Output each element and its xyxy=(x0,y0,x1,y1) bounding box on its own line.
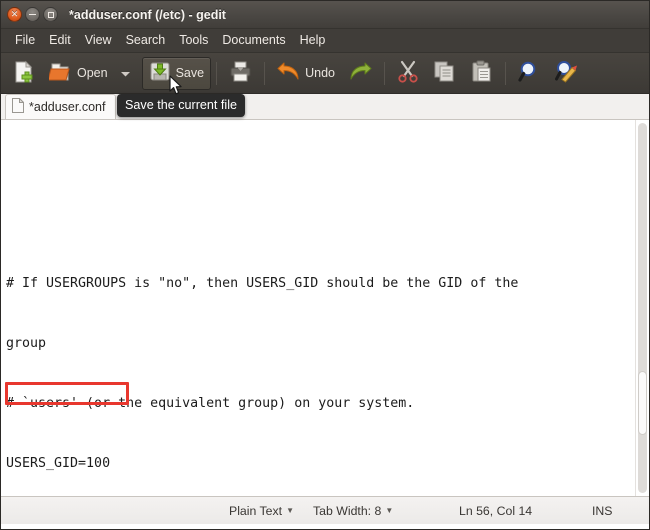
magnifier-icon xyxy=(518,60,541,86)
undo-label: Undo xyxy=(305,66,335,80)
save-button[interactable]: Save xyxy=(141,56,212,90)
code-line: # `users' (or the equivalent group) on y… xyxy=(6,396,415,411)
open-label: Open xyxy=(77,66,108,80)
save-floppy-icon xyxy=(149,60,171,86)
menu-item-search[interactable]: Search xyxy=(119,31,173,50)
redo-arrow-icon xyxy=(349,62,372,85)
language-selector[interactable]: Plain Text ▼ xyxy=(229,504,294,518)
replace-button[interactable] xyxy=(548,57,585,90)
paste-clipboard-icon xyxy=(470,60,493,86)
toolbar-separator-4 xyxy=(504,61,506,85)
maximize-button[interactable] xyxy=(43,7,58,22)
open-dropdown-button[interactable] xyxy=(115,57,136,90)
undo-button[interactable]: Undo xyxy=(270,57,342,90)
status-bar: Plain Text ▼ Tab Width: 8 ▼ Ln 56, Col 1… xyxy=(1,497,649,524)
tab-width-selector[interactable]: Tab Width: 8 ▼ xyxy=(313,504,393,518)
menu-item-file[interactable]: File xyxy=(8,31,42,50)
new-document-button[interactable] xyxy=(6,57,42,90)
open-button[interactable]: Open xyxy=(42,57,115,90)
menu-bar: File Edit View Search Tools Documents He… xyxy=(1,29,649,53)
toolbar-separator-3 xyxy=(383,61,385,85)
vertical-scrollbar[interactable] xyxy=(635,120,649,496)
menu-item-documents[interactable]: Documents xyxy=(215,31,292,50)
new-document-icon xyxy=(13,60,35,87)
toolbar-separator-2 xyxy=(264,61,266,85)
redo-button[interactable] xyxy=(342,57,379,90)
undo-arrow-icon xyxy=(277,62,300,85)
print-button[interactable] xyxy=(222,57,259,90)
toolbar: Open Save Undo xyxy=(1,53,649,94)
document-icon xyxy=(12,97,25,116)
open-folder-icon xyxy=(47,60,72,87)
find-replace-icon xyxy=(554,60,578,86)
copy-button[interactable] xyxy=(426,57,463,90)
code-line: # If USERGROUPS is "no", then USERS_GID … xyxy=(6,276,519,291)
title-bar: ✕ *adduser.conf (/etc) - gedit xyxy=(1,1,649,29)
cursor-position-label: Ln 56, Col 14 xyxy=(459,503,533,518)
close-button[interactable]: ✕ xyxy=(7,7,22,22)
code-line: group xyxy=(6,336,47,351)
document-text: # If USERGROUPS is "no", then USERS_GID … xyxy=(6,120,631,496)
find-button[interactable] xyxy=(511,57,548,90)
language-label: Plain Text xyxy=(229,503,283,518)
gedit-window: ✕ *adduser.conf (/etc) - gedit File Edit… xyxy=(0,0,650,530)
editor-area[interactable]: # If USERGROUPS is "no", then USERS_GID … xyxy=(1,120,649,497)
save-label: Save xyxy=(175,66,205,80)
chevron-down-icon: ▼ xyxy=(385,506,394,515)
save-tooltip: Save the current file xyxy=(117,94,246,117)
paste-button[interactable] xyxy=(463,57,500,90)
insert-mode-label: INS xyxy=(592,503,613,518)
chevron-down-icon xyxy=(120,66,130,80)
scrollbar-track[interactable] xyxy=(638,123,647,493)
print-icon xyxy=(229,60,252,86)
window-controls: ✕ xyxy=(7,7,58,22)
maximize-icon xyxy=(47,11,54,18)
minimize-button[interactable] xyxy=(25,7,40,22)
tab-bar: *adduser.conf xyxy=(1,94,649,120)
minimize-icon xyxy=(29,14,36,15)
insert-mode: INS xyxy=(592,504,613,518)
tab-label: *adduser.conf xyxy=(29,100,106,114)
scrollbar-thumb[interactable] xyxy=(638,371,647,435)
tab-width-label: Tab Width: 8 xyxy=(313,503,382,518)
menu-item-edit[interactable]: Edit xyxy=(42,31,78,50)
cursor-position: Ln 56, Col 14 xyxy=(459,504,532,518)
copy-icon xyxy=(433,60,456,86)
menu-item-tools[interactable]: Tools xyxy=(172,31,215,50)
cut-button[interactable] xyxy=(390,57,426,90)
window-title: *adduser.conf (/etc) - gedit xyxy=(69,7,226,22)
scissors-icon xyxy=(397,60,419,86)
text-view[interactable]: # If USERGROUPS is "no", then USERS_GID … xyxy=(1,120,635,496)
chevron-down-icon: ▼ xyxy=(286,506,295,515)
code-line: USERS_GID=100 xyxy=(6,456,111,471)
tab-adduser-conf[interactable]: *adduser.conf xyxy=(5,94,117,119)
menu-item-help[interactable]: Help xyxy=(293,31,333,50)
menu-item-view[interactable]: View xyxy=(78,31,119,50)
toolbar-separator-1 xyxy=(216,61,218,85)
